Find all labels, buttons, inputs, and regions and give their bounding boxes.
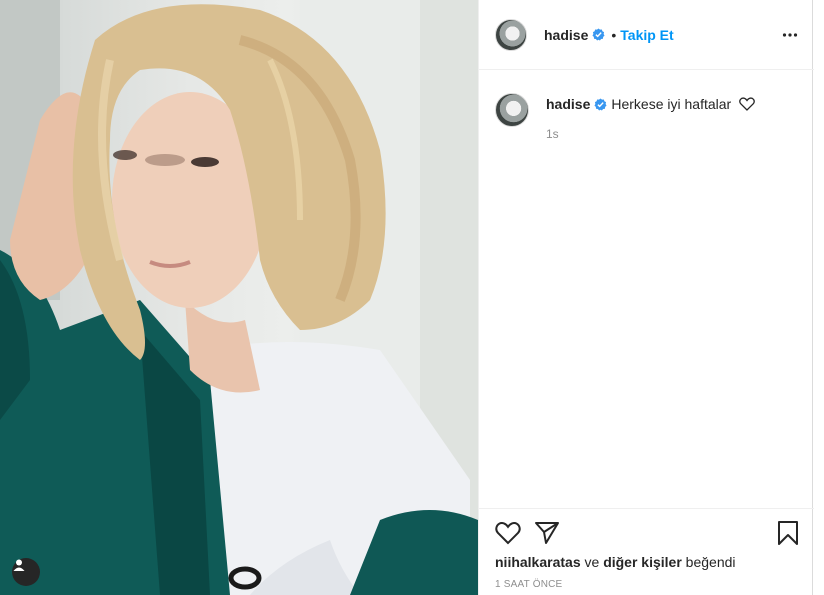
liked-by-joiner: ve [584, 554, 600, 570]
avatar[interactable] [495, 18, 527, 51]
liked-by-line: niihalkaratas ve diğer kişiler beğendi [495, 554, 736, 570]
caption-body: hadise Herkese iyi haftalar [546, 95, 806, 113]
user-tag-icon [13, 559, 25, 571]
action-bar [479, 508, 814, 554]
caption-text: Herkese iyi haftalar [611, 96, 732, 112]
post-timestamp[interactable]: 1 SAAT ÖNCE [495, 579, 562, 590]
photo-illustration [0, 0, 478, 595]
post-photo[interactable] [0, 0, 478, 595]
liked-by-suffix: beğendi [685, 554, 736, 570]
post-header: hadise • Takip Et [479, 0, 814, 70]
header-username[interactable]: hadise [544, 27, 588, 43]
user-tag-button[interactable] [12, 558, 40, 586]
bookmark-icon[interactable] [775, 520, 801, 546]
separator-dot: • [611, 26, 617, 43]
heart-emoji-icon [739, 97, 755, 111]
paper-plane-icon[interactable] [534, 520, 560, 546]
verified-badge-icon [594, 98, 607, 111]
liked-by-others-link[interactable]: diğer kişiler [603, 554, 682, 570]
caption-username[interactable]: hadise [546, 96, 590, 112]
heart-icon[interactable] [495, 520, 521, 546]
follow-button[interactable]: Takip Et [620, 27, 673, 43]
post-detail-panel: hadise • Takip Et hadise Herkese iyi haf… [478, 0, 814, 595]
verified-badge-icon [592, 28, 605, 41]
caption-avatar[interactable] [495, 93, 529, 127]
liked-by-username[interactable]: niihalkaratas [495, 554, 581, 570]
caption-time[interactable]: 1s [546, 127, 559, 141]
more-options-icon[interactable] [782, 27, 798, 43]
